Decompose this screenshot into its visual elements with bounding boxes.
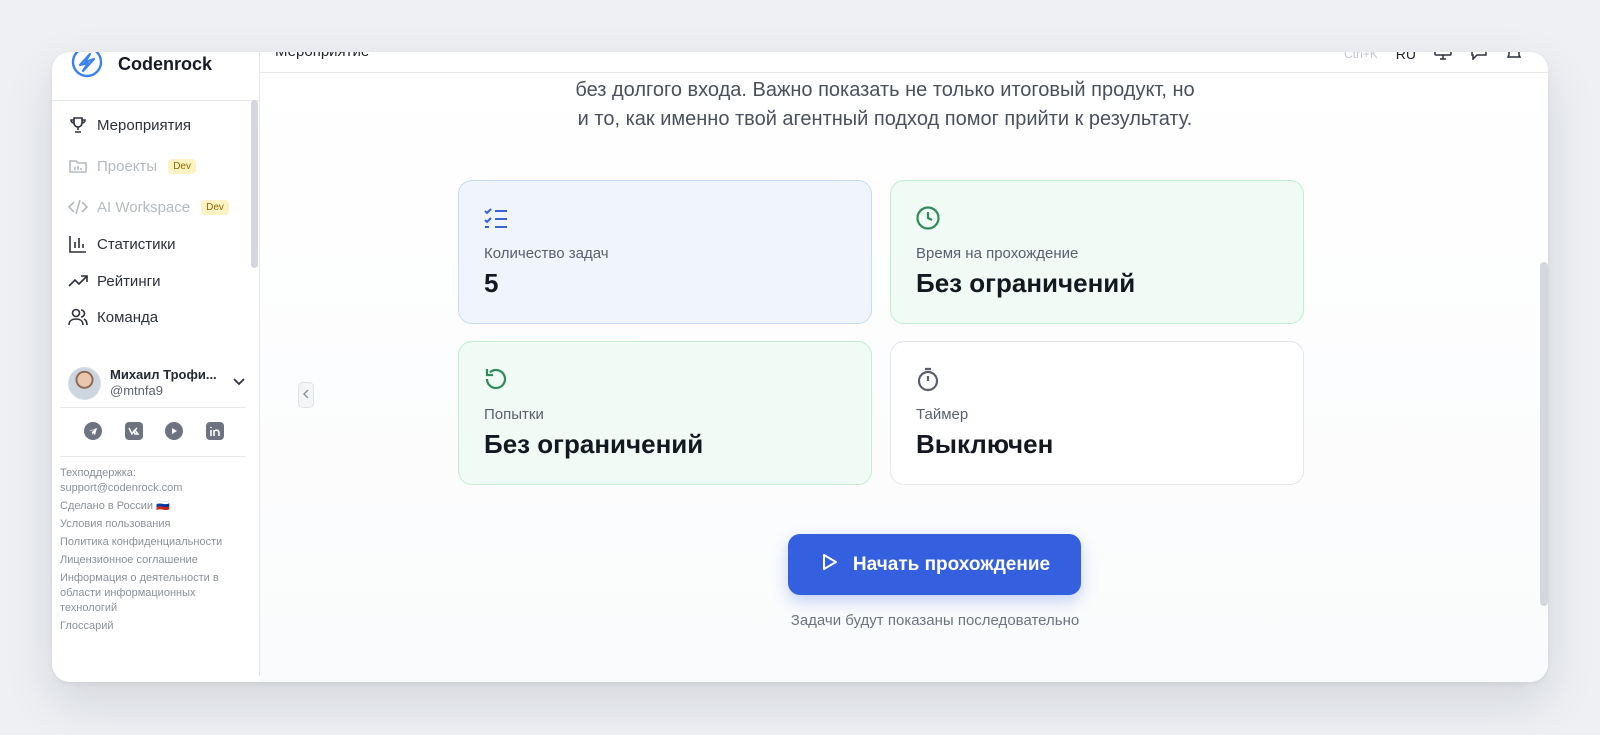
sidebar-item-label: Статистики	[97, 235, 176, 253]
chat-icon[interactable]	[1470, 52, 1488, 63]
start-hint: Задачи будут показаны последовательно	[790, 612, 1080, 629]
page-title: Мероприятие	[275, 52, 369, 60]
folder-icon	[68, 156, 88, 176]
sidebar-item-team[interactable]: Команда	[68, 302, 158, 332]
footer-links: Техподдержка: support@codenrock.com Сдел…	[60, 466, 240, 637]
users-icon	[68, 307, 88, 327]
support-info: Техподдержка: support@codenrock.com	[60, 466, 240, 496]
start-button[interactable]: Начать прохождение	[788, 534, 1081, 595]
sidebar-item-label: Мероприятия	[97, 116, 192, 134]
card-value: Без ограничений	[484, 429, 704, 459]
description-line: и то, как именно твой агентный подход по…	[577, 108, 1193, 130]
youtube-icon[interactable]	[165, 422, 184, 440]
search-hotkey[interactable]: Ctrl+K	[1344, 52, 1378, 61]
social-links	[84, 422, 224, 440]
retry-icon	[483, 366, 509, 392]
sidebar: Codenrock Мероприятия Проекты Dev AI Wor…	[52, 52, 260, 676]
app-window: Codenrock Мероприятия Проекты Dev AI Wor…	[52, 52, 1548, 682]
chevron-down-icon[interactable]	[232, 374, 246, 393]
sidebar-item-label: Команда	[97, 308, 159, 326]
play-icon	[819, 552, 839, 578]
linkedin-icon[interactable]	[205, 422, 224, 440]
card-value: Без ограничений	[916, 268, 1136, 298]
sidebar-item-statistics[interactable]: Статистики	[68, 229, 176, 259]
monitor-icon[interactable]	[1434, 52, 1452, 63]
sidebar-item-ratings[interactable]: Рейтинги	[68, 266, 160, 296]
card-value: 5	[484, 268, 499, 298]
language-switcher[interactable]: RU	[1396, 52, 1416, 62]
clock-icon	[915, 205, 941, 231]
description-line: без долгого входа. Важно показать не тол…	[575, 79, 1195, 101]
card-label: Время на прохождение	[916, 245, 1079, 262]
task-count-card: Количество задач 5	[458, 180, 872, 324]
attempts-card: Попытки Без ограничений	[458, 341, 872, 485]
user-menu[interactable]: Михаил Трофи... @mtnfa9	[68, 365, 246, 401]
sidebar-scrollbar[interactable]	[251, 100, 258, 268]
user-name: Михаил Трофи...	[110, 367, 217, 382]
support-email-link[interactable]: support@codenrock.com	[60, 482, 182, 494]
topbar-actions: Ctrl+K RU	[1344, 52, 1522, 63]
topbar: Мероприятие Ctrl+K RU	[260, 52, 1548, 73]
card-label: Количество задач	[484, 245, 609, 262]
sidebar-item-projects[interactable]: Проекты Dev	[68, 151, 196, 181]
notifications-icon[interactable]	[1506, 52, 1522, 63]
sidebar-item-label: AI Workspace	[97, 198, 191, 216]
vk-icon[interactable]	[124, 422, 143, 440]
chevron-left-icon	[302, 386, 310, 404]
code-icon	[68, 197, 88, 217]
user-info: Михаил Трофи... @mtnfa9	[110, 367, 217, 399]
card-label: Таймер	[916, 406, 969, 423]
sidebar-collapse-button[interactable]	[298, 382, 314, 408]
privacy-link[interactable]: Политика конфиденциальности	[60, 535, 240, 550]
logo-icon	[70, 52, 104, 84]
divider	[52, 100, 260, 101]
sidebar-item-events[interactable]: Мероприятия	[68, 110, 191, 140]
divider	[60, 456, 246, 457]
brand-name: Codenrock	[118, 53, 213, 74]
support-label: Техподдержка:	[60, 467, 136, 479]
checklist-icon	[483, 205, 509, 231]
event-description: без долгого входа. Важно показать не тол…	[540, 76, 1230, 134]
trophy-icon	[68, 115, 88, 135]
divider	[60, 407, 246, 408]
dev-badge: Dev	[201, 199, 229, 215]
card-label: Попытки	[484, 406, 544, 423]
dev-badge: Dev	[168, 158, 196, 174]
telegram-icon[interactable]	[84, 422, 102, 440]
stopwatch-icon	[915, 366, 941, 392]
start-button-label: Начать прохождение	[852, 553, 1051, 575]
user-handle: @mtnfa9	[110, 383, 163, 398]
glossary-link[interactable]: Глоссарий	[60, 619, 240, 634]
sidebar-item-label: Рейтинги	[97, 272, 161, 290]
card-value: Выключен	[916, 429, 1054, 459]
time-limit-card: Время на прохождение Без ограничений	[890, 180, 1304, 324]
terms-link[interactable]: Условия пользования	[60, 517, 240, 532]
main-content: Мероприятие Ctrl+K RU без долгого входа.…	[260, 52, 1548, 682]
sidebar-item-label: Проекты	[97, 157, 158, 175]
avatar	[68, 366, 101, 400]
main-scrollbar[interactable]	[1540, 262, 1548, 606]
license-link[interactable]: Лицензионное соглашение	[60, 553, 240, 568]
sidebar-item-ai-workspace[interactable]: AI Workspace Dev	[68, 192, 229, 222]
brand[interactable]: Codenrock	[70, 52, 212, 82]
bar-chart-icon	[68, 234, 88, 254]
made-in-russia: Сделано в России 🇷🇺	[60, 500, 170, 512]
it-info-link[interactable]: Информация о деятельности в области инфо…	[60, 571, 240, 616]
timer-card: Таймер Выключен	[890, 341, 1304, 485]
trending-up-icon	[68, 271, 88, 291]
